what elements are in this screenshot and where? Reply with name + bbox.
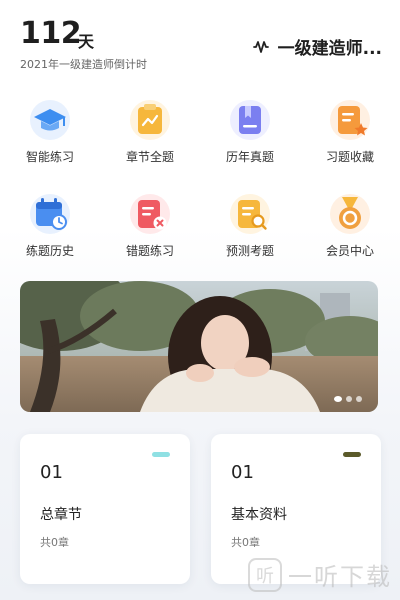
banner-dot[interactable] — [346, 396, 352, 402]
banner-pagination[interactable] — [334, 396, 362, 402]
countdown-days: 112 — [20, 16, 82, 51]
countdown-unit: 天 — [78, 32, 95, 51]
app-screen: 112 天 2021年一级建造师倒计时 一级建造师... 智能练习 章节全题 历… — [0, 0, 400, 600]
switch-wave-icon — [252, 40, 269, 53]
feature-label: 历年真题 — [225, 150, 274, 164]
feature-label: 预测考题 — [225, 244, 274, 258]
banner-photo — [20, 281, 378, 412]
card-total-chapters[interactable]: 01 总章节 共0章 — [20, 434, 190, 584]
feature-chapter-questions[interactable]: 章节全题 — [100, 98, 200, 165]
graduation-cap-icon — [30, 100, 70, 140]
card-accent-bar — [152, 452, 170, 457]
feature-label: 错题练习 — [125, 244, 174, 258]
card-title: 基本资料 — [231, 507, 287, 523]
card-number: 01 — [40, 462, 63, 483]
banner-dot[interactable] — [334, 396, 342, 402]
feature-wrong-questions[interactable]: 错题练习 — [100, 192, 200, 259]
countdown-caption: 2021年一级建造师倒计时 — [20, 58, 147, 71]
header: 112 天 2021年一级建造师倒计时 一级建造师... — [20, 14, 382, 74]
card-number: 01 — [231, 462, 254, 483]
card-title: 总章节 — [40, 507, 82, 523]
calendar-clock-icon — [30, 194, 70, 234]
feature-predicted-questions[interactable]: 预测考题 — [200, 192, 300, 259]
chart-clipboard-icon — [130, 100, 170, 140]
watermark-text: 一听下载 — [288, 563, 392, 591]
card-accent-bar — [343, 452, 361, 457]
feature-member-center[interactable]: 会员中心 — [300, 192, 400, 259]
feature-past-exams[interactable]: 历年真题 — [200, 98, 300, 165]
exam-selector[interactable]: 一级建造师... — [252, 34, 382, 59]
feature-smart-practice[interactable]: 智能练习 — [0, 98, 100, 165]
star-document-icon — [330, 100, 370, 140]
svg-text:听: 听 — [256, 566, 274, 587]
watermark: 听 一听下载 — [248, 557, 392, 592]
bookmark-book-icon — [230, 100, 270, 140]
feature-label: 习题收藏 — [325, 150, 374, 164]
card-subtitle: 共0章 — [231, 536, 260, 549]
medal-icon — [330, 194, 370, 234]
promo-banner[interactable] — [20, 281, 378, 412]
feature-label: 智能练习 — [25, 150, 74, 164]
search-document-icon — [230, 194, 270, 234]
wrong-document-icon — [130, 194, 170, 234]
feature-label: 章节全题 — [125, 150, 174, 164]
feature-label: 练题历史 — [25, 244, 74, 258]
card-subtitle: 共0章 — [40, 536, 69, 549]
feature-practice-history[interactable]: 练题历史 — [0, 192, 100, 259]
banner-dot[interactable] — [356, 396, 362, 402]
feature-label: 会员中心 — [325, 244, 374, 258]
feature-favorites[interactable]: 习题收藏 — [300, 98, 400, 165]
watermark-logo-icon: 听 — [248, 557, 282, 592]
exam-name: 一级建造师... — [277, 39, 382, 59]
